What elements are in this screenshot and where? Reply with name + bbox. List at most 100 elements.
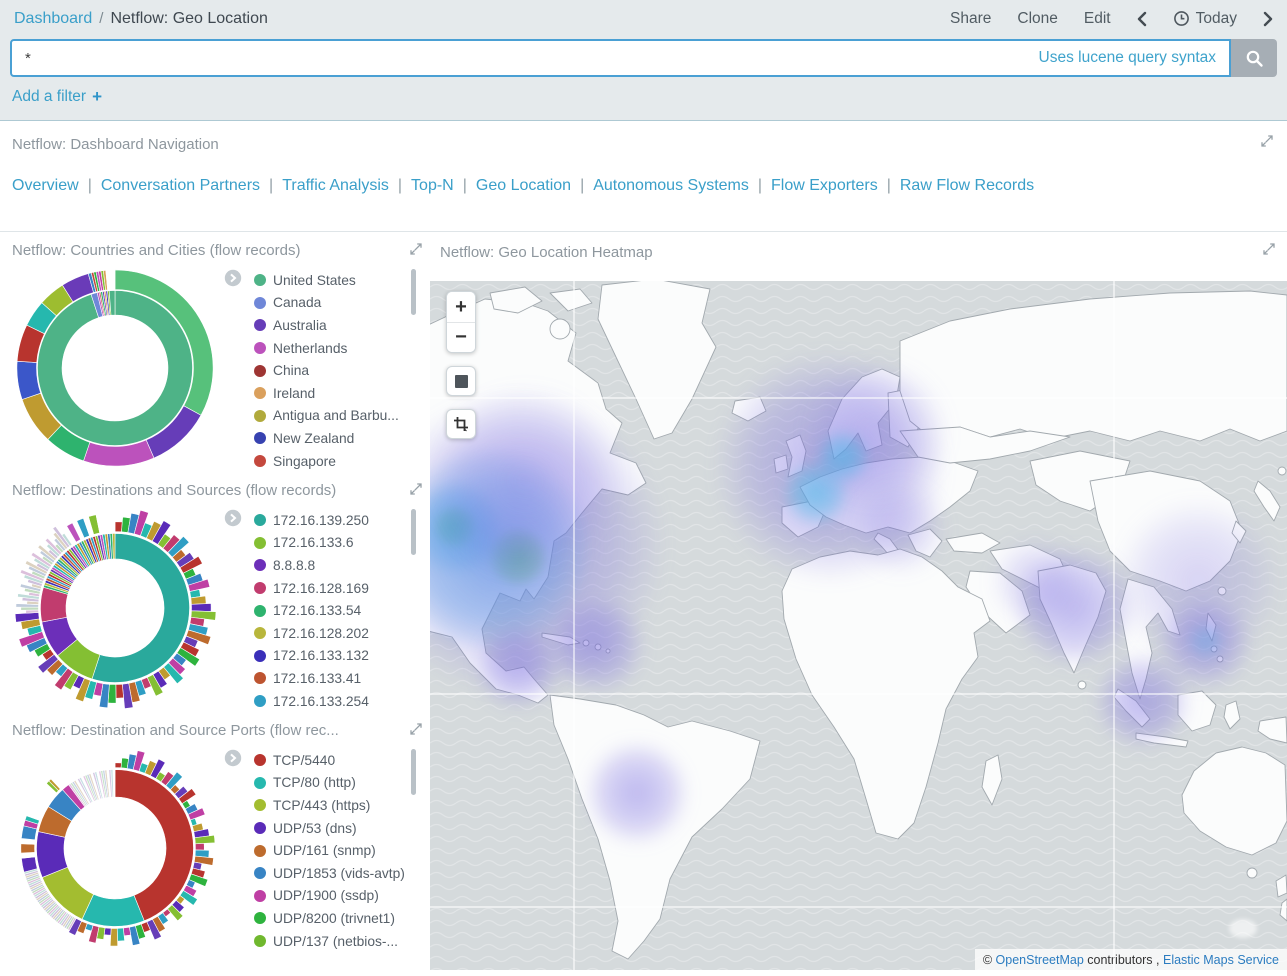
legend-label: 172.16.133.254 xyxy=(273,694,369,709)
time-back-button[interactable] xyxy=(1137,11,1147,27)
legend-item[interactable]: 172.16.139.250 xyxy=(254,509,408,532)
crop-icon xyxy=(453,416,469,432)
legend-item[interactable]: Ireland xyxy=(254,382,408,405)
openstreetmap-link[interactable]: OpenStreetMap xyxy=(996,953,1084,967)
nav-link-conversation-partners[interactable]: Conversation Partners xyxy=(101,177,260,194)
legend-item[interactable]: UDP/1900 (ssdp) xyxy=(254,885,408,908)
legend-item[interactable]: Netherlands xyxy=(254,337,408,360)
panel-ports: Netflow: Destination and Source Ports (f… xyxy=(0,712,430,952)
legend-scrollbar[interactable] xyxy=(411,509,416,555)
fit-data-bounds-button[interactable] xyxy=(446,366,476,396)
donut-chart-sources[interactable] xyxy=(12,501,224,712)
expand-panel-icon[interactable] xyxy=(1263,242,1275,260)
legend-collapse-button[interactable] xyxy=(224,269,242,287)
nav-link-traffic-analysis[interactable]: Traffic Analysis xyxy=(282,177,389,194)
legend-item[interactable]: 172.16.133.54 xyxy=(254,599,408,622)
legend-label: 172.16.133.132 xyxy=(273,648,369,663)
legend-color-dot xyxy=(254,432,266,444)
legend-item[interactable]: Canada xyxy=(254,292,408,315)
query-value[interactable]: * xyxy=(25,50,1039,67)
expand-panel-icon[interactable] xyxy=(410,482,422,500)
expand-panel-icon[interactable] xyxy=(410,242,422,260)
nav-link-top-n[interactable]: Top-N xyxy=(411,177,454,194)
graticule-line xyxy=(430,397,1287,399)
panel-title: Netflow: Destination and Source Ports (f… xyxy=(12,722,418,739)
nav-separator: | xyxy=(580,177,584,194)
query-bar: * Uses lucene query syntax xyxy=(10,39,1277,77)
legend-item[interactable]: Singapore xyxy=(254,450,408,473)
legend-label: UDP/1853 (vids-avtp) xyxy=(273,866,405,881)
nav-link-flow-exporters[interactable]: Flow Exporters xyxy=(771,177,878,194)
legend-item[interactable]: New Zealand xyxy=(254,427,408,450)
donut-chart-ports[interactable] xyxy=(12,741,224,952)
legend-item[interactable]: China xyxy=(254,359,408,382)
legend-item[interactable]: UDP/137 (netbios-... xyxy=(254,930,408,953)
legend-color-dot xyxy=(254,822,266,834)
nav-link-raw-flow-records[interactable]: Raw Flow Records xyxy=(900,177,1034,194)
expand-panel-icon[interactable] xyxy=(410,722,422,740)
legend-color-dot xyxy=(254,845,266,857)
lucene-syntax-link[interactable]: Uses lucene query syntax xyxy=(1039,49,1216,67)
legend-item[interactable]: 8.8.8.8 xyxy=(254,554,408,577)
legend-item[interactable]: 172.16.128.202 xyxy=(254,622,408,645)
legend-item[interactable]: 172.16.133.254 xyxy=(254,690,408,713)
legend-item[interactable]: UDP/161 (snmp) xyxy=(254,839,408,862)
nav-link-geo-location[interactable]: Geo Location xyxy=(476,177,571,194)
legend-color-dot xyxy=(254,912,266,924)
zoom-in-button[interactable]: + xyxy=(447,292,475,322)
nav-separator: | xyxy=(887,177,891,194)
breadcrumb-separator: / xyxy=(99,10,103,27)
zoom-out-button[interactable]: − xyxy=(447,322,475,352)
legend-label: UDP/8200 (trivnet1) xyxy=(273,911,395,926)
legend-scrollbar[interactable] xyxy=(411,749,416,795)
nav-link-autonomous-systems[interactable]: Autonomous Systems xyxy=(593,177,749,194)
legend-color-dot xyxy=(254,455,266,467)
legend-color-dot xyxy=(254,935,266,947)
legend-color-dot xyxy=(254,867,266,879)
nav-link-overview[interactable]: Overview xyxy=(12,177,79,194)
legend-label: 172.16.133.54 xyxy=(273,603,361,618)
legend-scrollbar[interactable] xyxy=(411,269,416,315)
map-canvas[interactable]: + − © OpenStreetMap contributors , Elast… xyxy=(430,281,1287,970)
legend-item[interactable]: 172.16.133.41 xyxy=(254,667,408,690)
expand-panel-icon[interactable] xyxy=(1261,134,1273,152)
nav-separator: | xyxy=(269,177,273,194)
legend-item[interactable]: UDP/8200 (trivnet1) xyxy=(254,907,408,930)
legend-item[interactable]: Australia xyxy=(254,314,408,337)
legend-collapse-button[interactable] xyxy=(224,509,242,527)
legend-item[interactable]: United States xyxy=(254,269,408,292)
legend-color-dot xyxy=(254,274,266,286)
search-input[interactable]: * Uses lucene query syntax xyxy=(10,39,1231,77)
elastic-maps-link[interactable]: Elastic Maps Service xyxy=(1163,953,1279,967)
add-filter-plus-icon[interactable]: + xyxy=(92,87,102,107)
legend-item[interactable]: UDP/1853 (vids-avtp) xyxy=(254,862,408,885)
legend-item[interactable]: TCP/443 (https) xyxy=(254,794,408,817)
legend-collapse-button[interactable] xyxy=(224,749,242,767)
legend-label: Singapore xyxy=(273,454,336,469)
top-chrome: Dashboard / Netflow: Geo Location Share … xyxy=(0,0,1287,121)
search-button[interactable] xyxy=(1231,39,1277,77)
nav-separator: | xyxy=(88,177,92,194)
donut-chart-countries[interactable] xyxy=(12,261,224,472)
share-button[interactable]: Share xyxy=(950,10,991,28)
legend-item[interactable]: 172.16.133.132 xyxy=(254,645,408,668)
legend-color-dot xyxy=(254,537,266,549)
world-basemap xyxy=(430,281,1287,970)
legend-item[interactable]: TCP/80 (http) xyxy=(254,772,408,795)
breadcrumb-dashboard-link[interactable]: Dashboard xyxy=(14,10,92,28)
legend-item[interactable]: TCP/5440 xyxy=(254,749,408,772)
draw-filter-button[interactable] xyxy=(446,409,476,439)
legend-item[interactable]: UDP/53 (dns) xyxy=(254,817,408,840)
add-filter-link[interactable]: Add a filter xyxy=(12,88,86,106)
legend-item[interactable]: Antigua and Barbu... xyxy=(254,405,408,428)
legend-item[interactable]: 172.16.128.169 xyxy=(254,577,408,600)
clone-button[interactable]: Clone xyxy=(1017,10,1058,28)
left-column: Netflow: Countries and Cities (flow reco… xyxy=(0,232,430,976)
legend-label: 172.16.128.169 xyxy=(273,581,369,596)
legend-label: TCP/443 (https) xyxy=(273,798,370,813)
edit-button[interactable]: Edit xyxy=(1084,10,1111,28)
time-picker-button[interactable]: Today xyxy=(1173,10,1237,28)
time-forward-button[interactable] xyxy=(1263,11,1273,27)
legend-item[interactable]: 172.16.133.6 xyxy=(254,532,408,555)
legend-ports: TCP/5440TCP/80 (http) TCP/443 (https) UDP/… xyxy=(224,741,418,952)
